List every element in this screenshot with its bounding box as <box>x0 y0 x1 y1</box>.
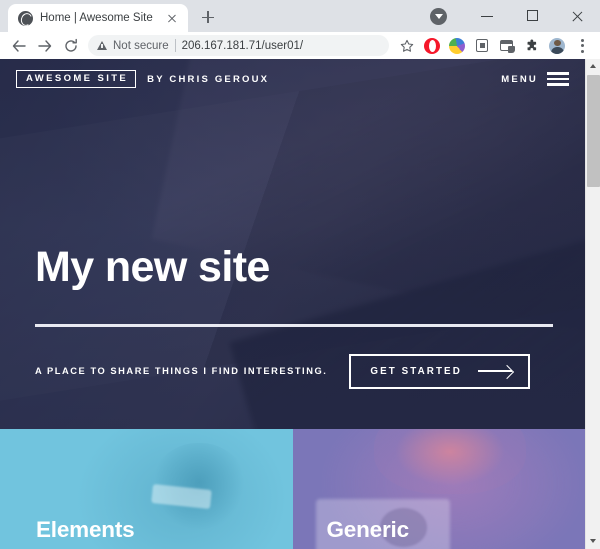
bookmark-star-icon[interactable] <box>395 34 419 58</box>
tile-elements[interactable]: Elements <box>0 429 293 549</box>
not-secure-warning-icon <box>97 41 107 50</box>
browser-window: Home | Awesome Site Not secure 206.167.1… <box>0 0 600 549</box>
new-tab-button[interactable] <box>194 3 222 31</box>
url-text[interactable]: 206.167.181.71/user01/ <box>182 40 304 52</box>
close-window-button[interactable] <box>555 0 600 32</box>
extensions-puzzle-icon[interactable] <box>520 34 544 58</box>
cast-card-icon[interactable] <box>495 34 519 58</box>
tab-title: Home | Awesome Site <box>40 12 153 24</box>
close-icon[interactable] <box>164 10 180 26</box>
forward-icon[interactable] <box>32 33 58 59</box>
browser-tab[interactable]: Home | Awesome Site <box>8 4 188 32</box>
site-header: AWESOME SITE BY CHRIS GEROUX MENU <box>0 59 585 99</box>
tile-generic-photo <box>374 429 527 494</box>
hero-section: AWESOME SITE BY CHRIS GEROUX MENU My new… <box>0 59 585 429</box>
page-title: My new site <box>35 243 270 291</box>
scroll-down-button[interactable] <box>586 534 600 549</box>
hero-divider <box>35 324 553 327</box>
scroll-up-button[interactable] <box>586 59 600 74</box>
globe-icon <box>18 10 33 26</box>
arrow-right-icon <box>477 366 512 376</box>
page-scrollbar[interactable] <box>585 59 600 549</box>
tile-elements-title: Elements <box>36 517 135 542</box>
download-caret-icon[interactable] <box>430 7 447 25</box>
pinwheel-icon[interactable] <box>445 34 469 58</box>
hero-tagline: A PLACE TO SHARE THINGS I FIND INTERESTI… <box>35 366 328 377</box>
scrollbar-thumb[interactable] <box>587 75 600 187</box>
address-bar[interactable]: Not secure 206.167.181.71/user01/ <box>88 35 389 56</box>
brand-name[interactable]: AWESOME SITE <box>16 70 137 88</box>
brand-byline: BY CHRIS GEROUX <box>147 73 270 85</box>
brand[interactable]: AWESOME SITE BY CHRIS GEROUX <box>16 70 269 88</box>
page-viewport: AWESOME SITE BY CHRIS GEROUX MENU My new… <box>0 59 600 549</box>
profile-avatar[interactable] <box>545 34 569 58</box>
window-controls <box>430 0 600 32</box>
toolbar-icons <box>395 34 594 58</box>
tile-generic-title: Generic <box>326 517 410 542</box>
minimize-button[interactable] <box>465 0 510 32</box>
web-page: AWESOME SITE BY CHRIS GEROUX MENU My new… <box>0 59 585 549</box>
opera-icon[interactable] <box>420 34 444 58</box>
menu-label: MENU <box>501 73 538 85</box>
browser-toolbar: Not secure 206.167.181.71/user01/ <box>0 32 600 59</box>
menu-button[interactable]: MENU <box>501 72 569 86</box>
hero-content: My new site A PLACE TO SHARE THINGS I FI… <box>35 243 553 389</box>
get-started-label: GET STARTED <box>370 365 462 377</box>
back-icon[interactable] <box>6 33 32 59</box>
reload-icon[interactable] <box>58 33 84 59</box>
tile-generic[interactable]: Generic <box>292 429 585 549</box>
get-started-button[interactable]: GET STARTED <box>349 353 530 389</box>
tile-grid: Elements Generic <box>0 429 585 549</box>
security-label: Not secure <box>113 39 169 52</box>
tab-strip: Home | Awesome Site <box>0 0 600 32</box>
omnibox-divider <box>174 39 176 52</box>
hero-actions: A PLACE TO SHARE THINGS I FIND INTERESTI… <box>35 353 553 389</box>
chrome-menu-icon[interactable] <box>570 34 594 58</box>
hamburger-icon[interactable] <box>547 72 569 86</box>
reader-icon[interactable] <box>470 34 494 58</box>
maximize-button[interactable] <box>510 0 555 32</box>
